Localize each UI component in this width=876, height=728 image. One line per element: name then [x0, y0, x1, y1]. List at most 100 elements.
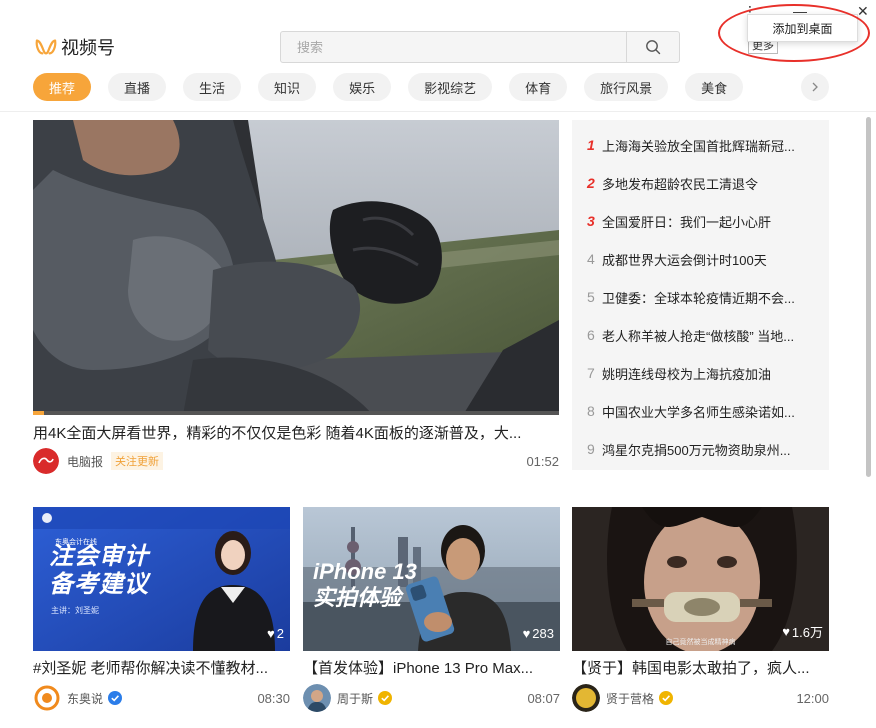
hot-text: 多地发布超龄农民工清退令 [602, 176, 759, 192]
video-progress-fill [33, 411, 44, 415]
hot-rank: 2 [587, 175, 595, 191]
hot-rank: 9 [587, 441, 595, 457]
author-name[interactable]: 周于斯 [337, 690, 373, 707]
search-bar [280, 31, 680, 63]
hot-rank: 8 [587, 403, 595, 419]
search-input[interactable] [281, 32, 626, 62]
hot-rank: 3 [587, 213, 595, 229]
featured-author-name[interactable]: 电脑报 [67, 453, 103, 470]
page-scrollbar[interactable] [864, 113, 872, 513]
category-tabs: 推荐 直播 生活 知识 娱乐 影视综艺 体育 旅行风景 美食 [33, 73, 744, 101]
hot-item[interactable]: 4 成都世界大运会倒计时100天 [572, 240, 829, 278]
featured-video-player[interactable] [33, 120, 559, 415]
hot-rank: 4 [587, 251, 595, 267]
author-avatar[interactable] [572, 684, 600, 712]
tab-food[interactable]: 美食 [685, 73, 744, 101]
heart-icon: ♥ [782, 624, 790, 639]
thumbnail-headline-line: iPhone 13 [313, 559, 417, 584]
logo-text: 视频号 [61, 38, 115, 58]
verified-icon [108, 691, 123, 705]
hot-item[interactable]: 5 卫健委：全球本轮疫情近期不会... [572, 278, 829, 316]
hot-text: 上海海关验放全国首批辉瑞新冠... [602, 138, 795, 154]
hot-item[interactable]: 6 老人称羊被人抢走“做核酸” 当地... [572, 316, 829, 354]
hot-rank: 5 [587, 289, 595, 305]
hot-rank: 7 [587, 365, 595, 381]
tab-recommend[interactable]: 推荐 [33, 73, 92, 101]
video-thumbnail[interactable]: 自己竟然被当成精神病 ♥ 1.6万 [572, 507, 829, 651]
video-meta: 贤于营格 12:00 [572, 684, 829, 712]
video-progress-bar[interactable] [33, 411, 559, 415]
hot-text: 老人称羊被人抢走“做核酸” 当地... [602, 328, 795, 344]
thumbnail-headline: iPhone 13 实拍体验 [313, 559, 417, 611]
search-button[interactable] [626, 32, 679, 62]
hot-text: 中国农业大学多名师生感染诺如... [602, 404, 795, 420]
author-avatar[interactable] [33, 684, 61, 712]
tab-sports[interactable]: 体育 [509, 73, 568, 101]
video-thumbnail[interactable]: iPhone 13 实拍体验 ♥ 283 [303, 507, 560, 651]
featured-duration: 01:52 [526, 453, 559, 469]
like-count: ♥ 283 [523, 626, 554, 641]
hot-text: 姚明连线母校为上海抗疫加油 [602, 366, 772, 382]
like-count-value: 1.6万 [791, 625, 823, 640]
video-title[interactable]: 【首发体验】iPhone 13 Pro Max... [303, 657, 560, 678]
author-avatar[interactable] [303, 684, 331, 712]
video-duration: 12:00 [796, 690, 829, 706]
close-icon[interactable]: ✕ [857, 3, 869, 20]
tab-travel[interactable]: 旅行风景 [584, 73, 669, 101]
hot-text: 成都世界大运会倒计时100天 [602, 252, 767, 268]
author-name[interactable]: 贤于营格 [606, 690, 654, 707]
video-meta: 东奥说 08:30 [33, 684, 290, 712]
author-name[interactable]: 东奥说 [67, 690, 103, 707]
hot-list: 1 上海海关验放全国首批辉瑞新冠... 2 多地发布超龄农民工清退令 3 全国爱肝日：… [572, 120, 829, 470]
author-avatar-image [572, 684, 600, 712]
logo-icon [35, 39, 57, 55]
thumbnail-headline-line: 注会审计 [49, 543, 149, 570]
hot-item[interactable]: 7 姚明连线母校为上海抗疫加油 [572, 354, 829, 392]
verified-icon [659, 691, 674, 705]
video-thumbnail[interactable]: 东奥会计在线 注会审计 备考建议 主讲：刘圣妮 ♥ 2 [33, 507, 290, 651]
hot-item[interactable]: 8 中国农业大学多名师生感染诺如... [572, 392, 829, 430]
author-avatar[interactable] [33, 448, 59, 474]
video-meta: 周于斯 08:07 [303, 684, 560, 712]
hot-rank: 6 [587, 327, 595, 343]
author-avatar-image [33, 684, 61, 712]
verified-icon [378, 691, 393, 705]
author-avatar-image [303, 684, 331, 712]
header-divider [0, 111, 876, 112]
video-duration: 08:07 [527, 690, 560, 706]
featured-video-meta: 电脑报 关注更新 01:52 [33, 448, 559, 474]
hot-item[interactable]: 3 全国爱肝日：我们一起小心肝 [572, 202, 829, 240]
featured-video-frame [33, 120, 559, 415]
tab-live[interactable]: 直播 [108, 73, 167, 101]
tab-life[interactable]: 生活 [183, 73, 242, 101]
hot-text: 鸿星尔克捐500万元物资助泉州... [602, 442, 791, 458]
hot-item[interactable]: 2 多地发布超龄农民工清退令 [572, 164, 829, 202]
hot-rank: 1 [587, 137, 595, 153]
scrollbar-thumb[interactable] [866, 117, 871, 477]
video-card[interactable]: 自己竟然被当成精神病 ♥ 1.6万 【贤于】韩国电影太敢拍了，疯人... 贤于营… [572, 507, 829, 712]
like-count-value: 2 [276, 626, 284, 641]
thumbnail-headline-line: 实拍体验 [313, 585, 402, 610]
search-icon [646, 40, 661, 55]
heart-icon: ♥ [522, 626, 531, 641]
thumbnail-headline-line: 备考建议 [49, 571, 149, 598]
hot-item[interactable]: 9 鸿星尔克捐500万元物资助泉州... [572, 430, 829, 468]
video-title[interactable]: 【贤于】韩国电影太敢拍了，疯人... [572, 657, 829, 678]
video-title[interactable]: #刘圣妮 老师帮你解决读不懂教材... [33, 657, 290, 678]
tab-film-tv[interactable]: 影视综艺 [408, 73, 493, 101]
thumbnail-subtitle: 主讲：刘圣妮 [51, 606, 99, 615]
tab-knowledge[interactable]: 知识 [258, 73, 317, 101]
video-card[interactable]: iPhone 13 实拍体验 ♥ 283 【首发体验】iPhone 13 Pro… [303, 507, 560, 712]
thumbnail-headline: 注会审计 备考建议 [49, 543, 149, 599]
hot-text: 全国爱肝日：我们一起小心肝 [602, 214, 772, 230]
heart-icon: ♥ [267, 626, 275, 641]
follow-update-badge: 关注更新 [111, 452, 164, 470]
video-card[interactable]: 东奥会计在线 注会审计 备考建议 主讲：刘圣妮 ♥ 2 #刘圣妮 老师帮你解决读… [33, 507, 290, 712]
add-to-desktop-popup[interactable]: 添加到桌面 [747, 14, 858, 42]
tab-entertainment[interactable]: 娱乐 [333, 73, 392, 101]
featured-video-title[interactable]: 用4K全面大屏看世界，精彩的不仅仅是色彩 随着4K面板的逐渐普及，大... [33, 422, 559, 443]
app-logo[interactable]: 视频号 [35, 34, 115, 60]
hot-item[interactable]: 1 上海海关验放全国首批辉瑞新冠... [572, 126, 829, 164]
like-count: ♥ 2 [267, 626, 284, 641]
tabs-next-button[interactable] [801, 73, 829, 101]
